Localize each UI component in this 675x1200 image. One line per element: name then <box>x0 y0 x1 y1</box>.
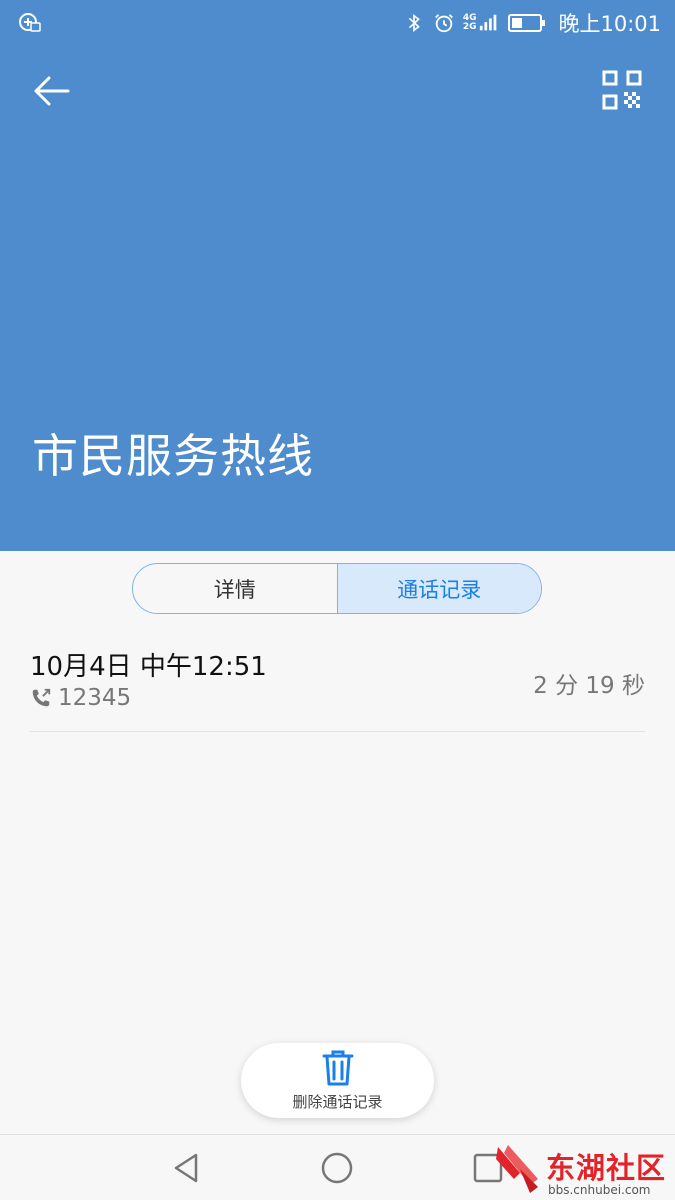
call-log-item[interactable]: 10月4日 中午12:51 12345 2 分 19 秒 <box>30 640 645 732</box>
call-number-row: 12345 <box>30 685 131 711</box>
battery-icon <box>508 14 546 32</box>
delete-label: 删除通话记录 <box>292 1093 383 1111</box>
back-triangle-icon[interactable] <box>168 1149 206 1187</box>
watermark-site: bbs.cnhubei.com <box>548 1183 651 1197</box>
signal-icon <box>480 14 497 31</box>
contact-header: 4G 2G 晚上10:01 市民服务热线 <box>0 0 675 551</box>
call-number: 12345 <box>58 685 132 711</box>
watermark: 东湖社区 bbs.cnhubei.com <box>494 1143 675 1200</box>
app-notification-icon <box>19 13 41 32</box>
call-datetime: 10月4日 中午12:51 <box>30 652 267 682</box>
back-arrow-icon[interactable] <box>30 70 74 114</box>
qr-code-icon[interactable] <box>602 70 642 110</box>
brand-logo-icon <box>496 1145 538 1193</box>
trash-icon <box>322 1050 353 1086</box>
home-circle-icon[interactable] <box>318 1149 356 1187</box>
alarm-icon <box>434 14 453 33</box>
status-time: 晚上10:01 <box>558 12 661 36</box>
network-type: 4G 2G <box>462 13 477 32</box>
status-bar: 4G 2G 晚上10:01 <box>0 0 675 46</box>
tab-call-log[interactable]: 通话记录 <box>336 564 541 613</box>
contact-name: 市民服务热线 <box>32 429 314 483</box>
outgoing-call-icon <box>32 688 51 707</box>
watermark-brand: 东湖社区 <box>546 1151 667 1185</box>
call-duration: 2 分 19 秒 <box>533 673 645 699</box>
delete-call-log-button[interactable]: 删除通话记录 <box>241 1043 434 1118</box>
bluetooth-icon <box>408 13 420 33</box>
segmented-tabs: 详情 通话记录 <box>132 563 542 614</box>
tab-details[interactable]: 详情 <box>133 564 337 613</box>
